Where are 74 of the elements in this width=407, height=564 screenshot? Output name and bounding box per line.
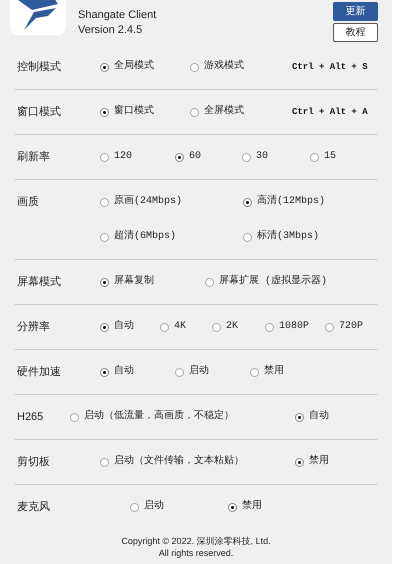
radio-option[interactable]: 2K [212,319,238,335]
radio-option[interactable]: 启动（低流量，高画质，不稳定） [70,409,234,425]
radio-button[interactable] [243,232,252,242]
radio-button[interactable] [130,502,139,512]
radio-button[interactable] [265,322,274,332]
radio-option[interactable]: 启动 [130,499,164,515]
radio-button[interactable] [205,278,214,286]
radio-option[interactable]: 1080P [265,319,310,335]
radio-option[interactable]: 4K [160,319,186,335]
radio-option[interactable]: 自动 [295,409,329,425]
radio-option[interactable]: 超清(6Mbps) [100,229,176,245]
radio-button[interactable] [100,62,109,72]
update-button[interactable]: 更新 [333,2,378,21]
radio-button[interactable] [160,322,169,332]
radio-option[interactable]: 标清(3Mbps) [243,229,320,245]
setting-label: 控制模式 [16,60,62,75]
radio-button[interactable] [242,152,251,162]
radio-button[interactable] [100,152,109,162]
radio-button[interactable] [190,62,199,72]
radio-button[interactable] [243,198,252,206]
radio-option[interactable]: 全屏模式 [190,104,244,120]
setting-label: 画质 [16,195,40,210]
radio-button[interactable] [250,368,259,376]
setting-label: 刷新率 [16,150,51,165]
setting-label: 麦克风 [16,500,51,515]
shortcut-text: Ctrl + Alt + S [292,61,368,74]
radio-option[interactable]: 全局模式 [100,59,154,75]
radio-option[interactable]: 屏幕扩展 (虚拟显示器) [205,274,328,290]
radio-button[interactable] [295,412,304,422]
setting-label: 屏幕模式 [16,275,62,290]
radio-button[interactable] [100,278,109,286]
setting-label: 窗口模式 [16,104,62,120]
radio-option[interactable]: 原画(24Mbps) [100,194,182,210]
radio-option[interactable]: 禁用 [295,454,329,470]
setting-label: H265 [16,410,44,425]
version-text: Version 2.4.5 [78,23,144,38]
radio-button[interactable] [100,458,109,466]
radio-button[interactable] [295,458,304,466]
radio-option[interactable]: 禁用 [250,364,284,380]
radio-button[interactable] [190,108,199,116]
radio-option[interactable]: 720P [325,319,364,335]
radio-option[interactable]: 高清(12Mbps) [243,194,326,210]
radio-option[interactable]: 120 [100,149,132,165]
radio-button[interactable] [212,322,221,332]
setting-label: 分辨率 [16,320,51,335]
setting-label: 剪切板 [16,454,51,470]
radio-option[interactable]: 自动 [100,364,134,380]
app-name: Shangate Client [78,8,156,23]
radio-button[interactable] [100,368,109,376]
radio-button[interactable] [100,322,109,332]
radio-button[interactable] [100,198,109,206]
radio-option[interactable]: 启动（文件传输，文本粘贴） [100,454,244,470]
radio-option[interactable]: 30 [242,149,268,165]
radio-option[interactable]: 60 [175,149,202,165]
radio-button[interactable] [100,108,109,116]
setting-label: 硬件加速 [16,365,62,380]
tutorial-button[interactable]: 教程 [333,23,378,42]
radio-option[interactable]: 15 [310,149,336,165]
radio-button[interactable] [228,502,237,512]
radio-option[interactable]: 窗口模式 [100,104,154,120]
copyright-text: Copyright © 2022. 深圳涂零科技, Ltd. [121,535,271,547]
radio-option[interactable]: 游戏模式 [190,59,244,75]
radio-option[interactable]: 禁用 [228,499,262,515]
radio-option[interactable]: 启动 [175,364,209,380]
radio-button[interactable] [325,322,334,332]
copyright-text: All rights reserved. [158,547,234,559]
radio-option[interactable]: 屏幕复制 [100,274,154,290]
radio-button[interactable] [310,152,319,162]
shortcut-text: Ctrl + Alt + A [292,106,368,119]
radio-button[interactable] [70,412,79,422]
radio-button[interactable] [175,152,184,162]
radio-option[interactable]: 自动 [100,319,134,335]
radio-button[interactable] [175,368,184,376]
radio-button[interactable] [100,232,109,242]
